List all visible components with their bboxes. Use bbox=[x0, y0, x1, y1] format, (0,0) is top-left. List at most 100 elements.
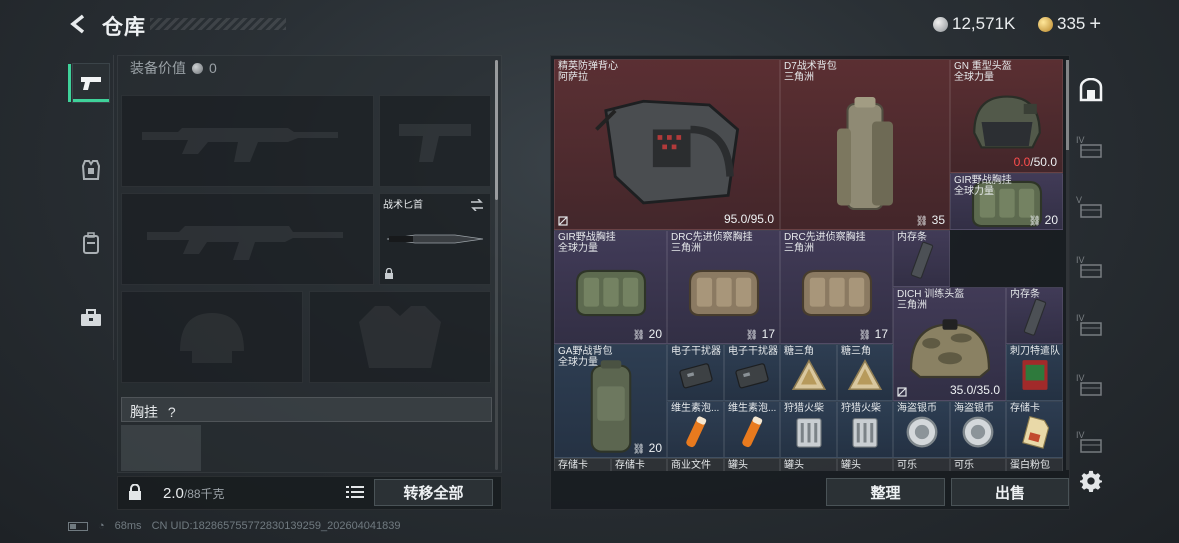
pistol-icon bbox=[81, 77, 101, 90]
inventory-item[interactable]: 罐头 bbox=[780, 458, 837, 471]
ping-text: 68ms bbox=[114, 520, 142, 532]
inventory-item[interactable]: 存储卡 bbox=[611, 458, 667, 471]
inventory-item[interactable]: 糖三角 bbox=[780, 344, 837, 401]
inventory-item[interactable]: 精英防弹背心 阿萨拉 95.0/95.0 bbox=[554, 59, 780, 230]
jammer-icon bbox=[678, 363, 713, 389]
jammer-icon bbox=[735, 363, 769, 389]
helmet-slot[interactable] bbox=[121, 291, 303, 383]
status-footer: ◔ 68ms CN UID:182865755772830139259_2026… bbox=[68, 520, 401, 532]
tier-label: IV bbox=[1076, 430, 1085, 440]
item-name: 狩猎火柴 bbox=[784, 403, 824, 414]
inventory-item[interactable]: DRC先进侦察胸挂 三角洲 ⛓ 17 bbox=[780, 230, 893, 344]
item-count: ⛓ 20 bbox=[632, 441, 662, 455]
primary-weapon-slot[interactable] bbox=[121, 95, 374, 187]
silver-coin-icon bbox=[192, 62, 203, 74]
container-slot-1[interactable]: IV bbox=[1076, 135, 1106, 165]
inventory-item[interactable]: 罐头 bbox=[724, 458, 780, 471]
container-slot-3[interactable]: IV bbox=[1076, 255, 1106, 285]
inventory-scrollbar[interactable] bbox=[1066, 60, 1069, 470]
rig-green-icon bbox=[575, 269, 646, 316]
inventory-item[interactable]: 海盗银币 bbox=[893, 401, 950, 458]
inventory-item[interactable]: 维生素泡... bbox=[667, 401, 724, 458]
container-slot-4[interactable]: IV bbox=[1076, 313, 1106, 343]
durability-icon: ⛓ bbox=[745, 330, 759, 341]
inventory-item[interactable]: GIR野战胸挂 全球力量 ⛓ 20 bbox=[950, 173, 1063, 230]
item-count: ⛓ 20 bbox=[1028, 213, 1058, 227]
swap-icon[interactable] bbox=[470, 199, 484, 211]
pistol-silhouette-icon bbox=[399, 124, 471, 162]
pistol-slot[interactable] bbox=[379, 95, 491, 187]
inventory-item[interactable]: GN 重型头盔 全球力量 0.0/50.0 bbox=[950, 59, 1063, 173]
item-name: 罐头 bbox=[841, 460, 861, 471]
inventory-item[interactable]: 罐头 bbox=[837, 458, 893, 471]
inventory-item[interactable]: 蛋白粉包 bbox=[1006, 458, 1063, 471]
battery-icon bbox=[68, 521, 88, 531]
inventory-item[interactable]: GA野战背包 全球力量 ⛓ 20 bbox=[554, 344, 667, 458]
silver-coin-icon bbox=[933, 16, 948, 32]
back-button[interactable] bbox=[66, 10, 92, 38]
chest-rig-label: 胸挂 bbox=[130, 404, 158, 420]
backpack-tall-icon bbox=[837, 96, 893, 210]
gold-currency[interactable]: 335 + bbox=[1038, 14, 1101, 34]
safe-box-button[interactable] bbox=[1076, 75, 1106, 105]
weapons-tab[interactable] bbox=[68, 63, 110, 103]
item-name: 刺刀特遣队 bbox=[1010, 346, 1060, 357]
inventory-item[interactable]: D7战术背包 三角洲 ⛓ 35 bbox=[780, 59, 950, 230]
inventory-item[interactable]: 可乐 bbox=[950, 458, 1006, 471]
inventory-item[interactable]: 海盗银币 bbox=[950, 401, 1006, 458]
item-name: GIR野战胸挂 全球力量 bbox=[558, 232, 616, 254]
tactical-knife-icon bbox=[386, 234, 484, 244]
inventory-item[interactable]: 电子干扰器 bbox=[667, 344, 724, 401]
settings-button[interactable] bbox=[1078, 468, 1104, 494]
lock-icon bbox=[385, 268, 393, 279]
container-slot-2[interactable]: V bbox=[1076, 195, 1106, 225]
inventory-item[interactable]: DICH 训练头盔 三角洲 35.0/35.0 bbox=[893, 287, 1006, 401]
inventory-item[interactable]: 商业文件 bbox=[667, 458, 724, 471]
add-currency-button[interactable]: + bbox=[1089, 14, 1101, 34]
inventory-item[interactable]: 刺刀特遣队 bbox=[1006, 344, 1063, 401]
inventory-item[interactable]: 维生素泡... bbox=[724, 401, 780, 458]
armor-tab[interactable] bbox=[72, 150, 110, 190]
inventory-item[interactable]: 糖三角 bbox=[837, 344, 893, 401]
item-name: 内存条 bbox=[897, 232, 927, 243]
inventory-item[interactable]: DRC先进侦察胸挂 三角洲 ⛓ 17 bbox=[667, 230, 780, 344]
item-name: 维生素泡... bbox=[728, 403, 777, 414]
no-repair-icon bbox=[558, 216, 568, 226]
inventory-item[interactable]: 内存条 bbox=[1006, 287, 1063, 344]
sdcard-icon bbox=[1021, 416, 1049, 450]
container-slot-6[interactable]: IV bbox=[1076, 430, 1106, 460]
container-slot-5[interactable]: IV bbox=[1076, 373, 1106, 403]
weight-current: 2.0 bbox=[163, 485, 184, 502]
inventory-item[interactable]: 存储卡 bbox=[554, 458, 611, 471]
item-name: 精英防弹背心 阿萨拉 bbox=[558, 61, 618, 83]
item-name: 海盗银币 bbox=[954, 403, 994, 414]
inventory-item[interactable]: 内存条 bbox=[893, 230, 950, 287]
ram-icon bbox=[1023, 299, 1046, 336]
inventory-item[interactable]: 狩猎火柴 bbox=[837, 401, 893, 458]
toolbox-tab[interactable] bbox=[72, 298, 110, 338]
chest-rig-slot[interactable] bbox=[121, 425, 201, 471]
item-name: 存储卡 bbox=[1010, 403, 1040, 414]
inventory-item[interactable]: GIR野战胸挂 全球力量 ⛓ 20 bbox=[554, 230, 667, 344]
briefcase-icon bbox=[81, 309, 101, 326]
inventory-item[interactable]: 电子干扰器 bbox=[724, 344, 780, 401]
armor-slot[interactable] bbox=[309, 291, 491, 383]
help-icon[interactable]: ? bbox=[168, 404, 176, 420]
backpack-tab[interactable] bbox=[72, 223, 110, 263]
sell-button[interactable]: 出售 bbox=[951, 478, 1069, 506]
tube-icon bbox=[742, 416, 763, 448]
secondary-weapon-slot[interactable] bbox=[121, 193, 374, 285]
inventory-item[interactable]: 可乐 bbox=[893, 458, 950, 471]
equipment-value-amount: 0 bbox=[209, 60, 217, 76]
tier-label: IV bbox=[1076, 313, 1085, 323]
list-view-button[interactable] bbox=[344, 482, 366, 502]
inventory-item[interactable]: 狩猎火柴 bbox=[780, 401, 837, 458]
inventory-item[interactable]: 存储卡 bbox=[1006, 401, 1063, 458]
knife-slot[interactable]: 战术匕首 bbox=[379, 193, 491, 285]
equipment-scrollbar[interactable] bbox=[495, 60, 498, 470]
silver-currency[interactable]: 12,571K bbox=[933, 14, 1015, 34]
item-name: 罐头 bbox=[728, 460, 748, 471]
transfer-all-button[interactable]: 转移全部 bbox=[374, 479, 493, 506]
assault-rifle-silhouette-icon bbox=[141, 128, 338, 162]
sort-button[interactable]: 整理 bbox=[826, 478, 945, 506]
